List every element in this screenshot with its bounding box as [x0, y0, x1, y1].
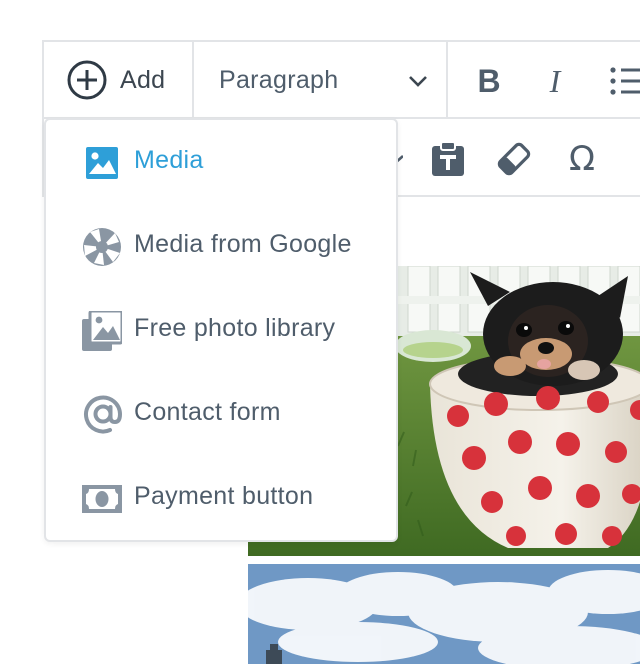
italic-icon: I [549, 62, 561, 99]
special-character-button[interactable]: Ω [562, 139, 602, 179]
menu-item-media[interactable]: Media [46, 133, 396, 193]
clipboard-button[interactable] [428, 139, 468, 179]
menu-item-media-from-google[interactable]: Media from Google [46, 217, 396, 277]
block-type-select[interactable]: Paragraph [219, 58, 429, 102]
toolbar-primary-row: Add Paragraph B I [44, 42, 640, 119]
plus-circle-icon [67, 60, 107, 100]
banknote-icon [82, 479, 122, 519]
chevron-down-icon [409, 76, 427, 87]
image-icon [82, 143, 122, 183]
clear-formatting-button[interactable] [494, 139, 534, 179]
at-sign-icon [82, 395, 122, 435]
toolbar-separator [446, 42, 448, 117]
list-icon [610, 67, 640, 95]
menu-item-contact-form[interactable]: Contact form [46, 385, 396, 445]
menu-item-label: Media [134, 146, 204, 174]
bold-button[interactable]: B [472, 60, 506, 102]
add-block-label: Add [120, 65, 166, 94]
photo-library-icon [82, 311, 122, 351]
italic-button[interactable]: I [538, 60, 572, 102]
menu-item-payment-button[interactable]: Payment button [46, 469, 396, 529]
eraser-icon [497, 142, 531, 176]
block-inserter-menu: Media Media from Google Free photo libra… [44, 118, 398, 542]
aperture-icon [82, 227, 122, 267]
editor-canvas: Add Paragraph B I Ω Media Media from Goo… [0, 0, 640, 664]
bulleted-list-button[interactable] [608, 60, 640, 102]
menu-item-label: Contact form [134, 398, 281, 426]
clipboard-text-icon [432, 141, 464, 176]
bold-icon: B [477, 62, 501, 99]
menu-item-free-photo-library[interactable]: Free photo library [46, 301, 396, 361]
menu-item-label: Free photo library [134, 314, 336, 342]
cloudy-sky-image[interactable] [248, 564, 640, 664]
toolbar-separator [192, 42, 194, 117]
menu-item-label: Media from Google [134, 230, 352, 258]
block-type-label: Paragraph [219, 65, 339, 94]
add-block-button[interactable]: Add [66, 58, 165, 102]
omega-icon: Ω [569, 139, 595, 179]
menu-item-label: Payment button [134, 482, 314, 510]
